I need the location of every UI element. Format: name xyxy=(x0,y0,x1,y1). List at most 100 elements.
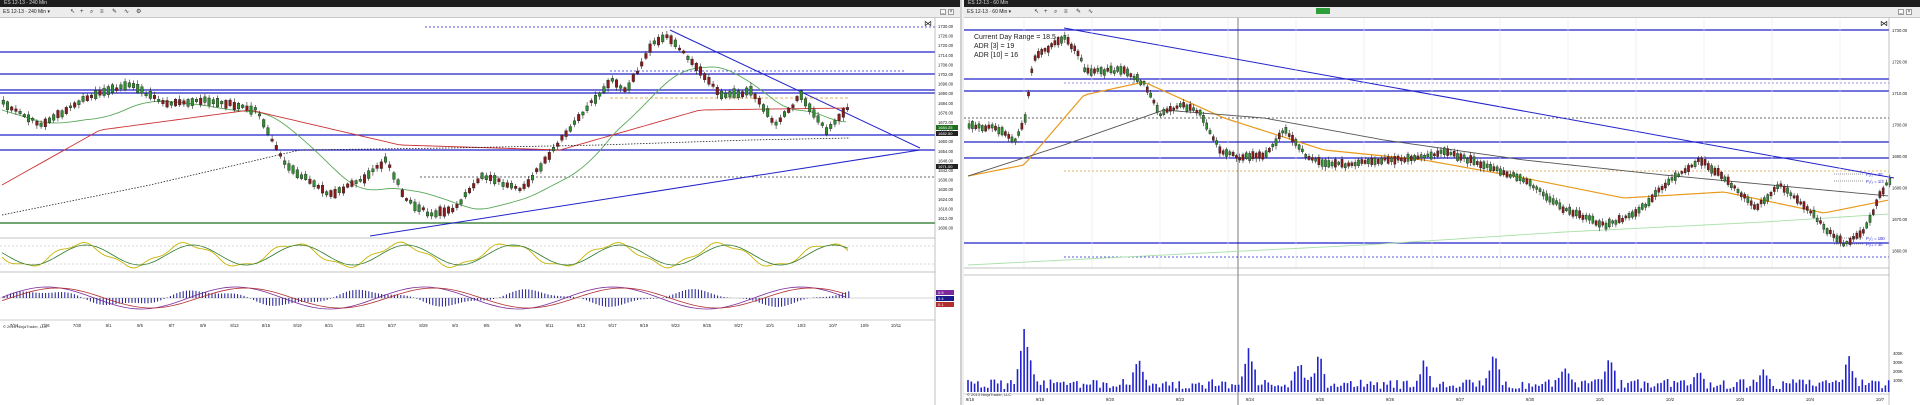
candle-body xyxy=(182,100,186,105)
candle-body xyxy=(1855,232,1859,239)
candle-body xyxy=(1674,172,1677,181)
candle-body xyxy=(1172,107,1176,111)
candle-body xyxy=(1479,161,1482,169)
candle-body xyxy=(68,105,72,109)
level-note: P₁/₄ = 30 xyxy=(1866,242,1883,247)
candle-body xyxy=(757,97,761,105)
price-chart-240min[interactable]: 1730.00 1726.00 1720.00 1714.00 1708.00 1702.… xyxy=(0,0,962,405)
candle-body xyxy=(1865,222,1868,229)
candle-body xyxy=(1845,241,1849,244)
candle-body xyxy=(1740,192,1743,198)
candle-body xyxy=(1103,69,1106,76)
candle-body xyxy=(783,111,787,117)
candle-body xyxy=(1030,68,1034,73)
candle-body xyxy=(631,73,635,82)
candle-body xyxy=(1779,183,1783,187)
candle-body xyxy=(720,90,724,100)
candle-body xyxy=(1839,235,1842,244)
candle-body xyxy=(1274,138,1278,146)
candle-body xyxy=(493,175,497,185)
candle-body xyxy=(442,207,446,217)
date-axis-label: 10/4 xyxy=(1806,397,1815,402)
candle-body xyxy=(1548,196,1552,203)
candle-body xyxy=(1542,191,1545,197)
candle-body xyxy=(451,207,455,213)
volume-axis-label: 400K xyxy=(1893,351,1903,356)
trendline xyxy=(1063,27,1895,179)
candle-body xyxy=(1492,166,1496,171)
candle-body xyxy=(640,61,644,67)
price-axis-label: 1660.00 xyxy=(938,139,954,144)
candle-body xyxy=(161,100,165,105)
candle-body xyxy=(1264,150,1268,158)
candle-body xyxy=(102,87,106,96)
candle-body xyxy=(1680,171,1684,174)
candle-body xyxy=(619,85,623,89)
candle-body xyxy=(190,98,194,106)
candle-body xyxy=(203,96,207,103)
candle-body xyxy=(1377,158,1380,164)
candle-body xyxy=(1083,67,1086,72)
candle-body xyxy=(808,103,812,112)
price-axis-label: 1636.00 xyxy=(938,178,954,183)
date-axis-label: 8/13 xyxy=(230,323,239,328)
volume-axis-label: 300K xyxy=(1893,360,1903,365)
candle-body xyxy=(1017,131,1020,136)
candle-body xyxy=(136,84,140,93)
candle-body xyxy=(405,198,409,201)
candle-body xyxy=(1452,151,1456,157)
candle-body xyxy=(1178,103,1182,107)
candle-body xyxy=(207,97,211,106)
candle-body xyxy=(1555,200,1558,205)
candle-body xyxy=(194,99,198,102)
candle-body xyxy=(1489,164,1492,171)
copyright-notice: © 2013 NinjaTrader, LLC xyxy=(3,324,48,329)
candle-body xyxy=(1604,222,1608,230)
candle-body xyxy=(1716,168,1720,176)
candle-body xyxy=(258,113,262,117)
candle-body xyxy=(64,107,68,114)
candle-body xyxy=(568,126,572,132)
candle-body xyxy=(581,111,585,116)
candle-body xyxy=(841,108,845,118)
candle-body xyxy=(94,90,98,99)
candle-body xyxy=(741,91,745,98)
candle-body xyxy=(1129,73,1133,77)
candle-body xyxy=(1829,229,1832,234)
price-axis-label: 1660.00 xyxy=(1892,249,1908,254)
candle-body xyxy=(1301,148,1304,152)
candle-body xyxy=(1528,179,1532,187)
candle-body xyxy=(459,199,463,205)
candle-body xyxy=(1581,214,1585,220)
level-note: P₁/₂ = 30 xyxy=(1866,172,1883,177)
candle-body xyxy=(1476,161,1479,165)
date-axis-label: 8/15 xyxy=(262,323,271,328)
candle-body xyxy=(1268,147,1271,153)
candle-body xyxy=(627,82,631,91)
price-axis-label: 1702.00 xyxy=(938,72,954,77)
price-axis-label: 1618.00 xyxy=(938,206,954,211)
candle-body xyxy=(287,163,291,171)
date-axis-label: 8/1 xyxy=(106,323,112,328)
candle-body xyxy=(1730,182,1733,188)
candle-body xyxy=(1311,157,1314,161)
candle-body xyxy=(39,122,43,127)
candle-body xyxy=(732,88,736,98)
date-axis-label: 7/30 xyxy=(73,323,82,328)
price-chart-60min[interactable]: P₁/₂ = 30 P₁/₃ = 1/3 P₁/₂ = 180P₁/₄ = 30 1… xyxy=(964,0,1920,405)
candle-body xyxy=(1367,158,1370,165)
candle-body xyxy=(1584,214,1588,220)
candle-body xyxy=(1881,187,1885,195)
candle-body xyxy=(585,105,589,111)
candle-body xyxy=(1205,122,1209,130)
volume-axis-label: 100K xyxy=(1893,378,1903,383)
candle-body xyxy=(249,105,253,115)
price-axis-label: 1630.00 xyxy=(938,187,954,192)
candle-body xyxy=(669,35,673,45)
candle-body xyxy=(1654,189,1657,197)
candle-body xyxy=(468,188,472,194)
candle-body xyxy=(1373,157,1377,165)
candle-body xyxy=(308,178,312,184)
candle-body xyxy=(1093,68,1096,74)
candle-body xyxy=(682,50,686,54)
